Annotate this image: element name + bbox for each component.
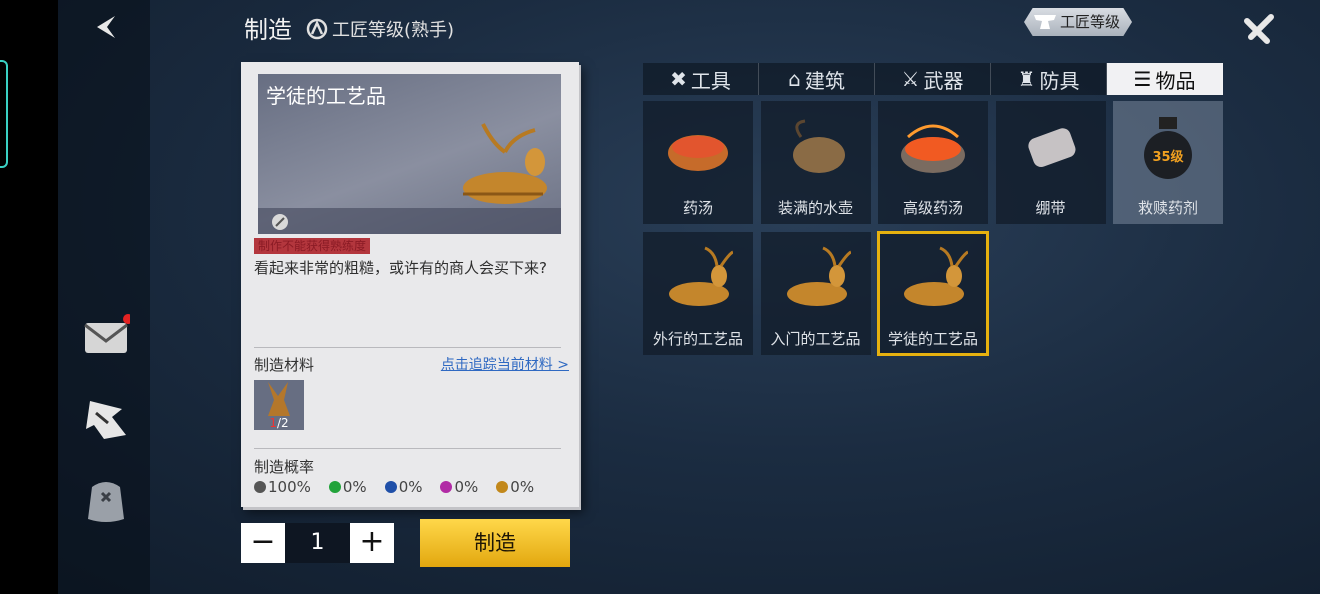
item-name: 救赎药剂 <box>1137 199 1198 217</box>
quantity-stepper: − 1 + <box>241 523 394 563</box>
crossed-tools-icon <box>1244 14 1274 44</box>
quantity-value[interactable]: 1 <box>285 523 350 563</box>
deer-figurine-icon <box>904 246 968 306</box>
item-name: 入门的工艺品 <box>770 330 861 348</box>
tab-label: 建筑 <box>804 68 845 93</box>
rate-value: 0% <box>510 478 535 496</box>
item-cell[interactable]: 学徒的工艺品 <box>877 231 989 356</box>
advanced-soup-icon <box>901 124 965 173</box>
backpack-button[interactable] <box>82 475 130 525</box>
craftsman-level-text: 工匠等级(熟手) <box>332 20 455 41</box>
tab-label: 工具 <box>690 68 731 93</box>
item-name: 学徒的工艺品 <box>266 84 386 108</box>
backpack-icon <box>88 482 124 522</box>
rate-item: 0% <box>328 478 367 496</box>
deer-figurine-icon <box>786 246 851 306</box>
item-name: 学徒的工艺品 <box>887 330 978 348</box>
building-icon: ⌂ <box>788 67 801 91</box>
rate-value: 0% <box>398 478 423 496</box>
rate-item: 0% <box>496 478 534 496</box>
deer-figurine-icon <box>463 123 547 204</box>
divider <box>254 347 561 348</box>
tab-label: 物品 <box>1155 68 1196 93</box>
rate-item: 0% <box>440 478 478 496</box>
item-cell[interactable]: 外行的工艺品 <box>643 232 753 355</box>
craft-icon <box>86 401 126 439</box>
back-arrow-icon <box>97 16 115 38</box>
tab-list[interactable]: ☰ 物品 <box>1107 63 1223 95</box>
rate-item: 0% <box>384 478 423 496</box>
item-cell[interactable]: 绷带 <box>995 101 1106 224</box>
compass-icon <box>306 18 328 40</box>
craftsman-badge-label: 工匠等级 <box>1060 13 1121 31</box>
item-cell[interactable]: 装满的水壶 <box>760 101 871 224</box>
rate-list: 100% 0% 0% 0% 0% <box>254 478 552 496</box>
item-cell[interactable]: 药汤 <box>643 101 753 224</box>
rate-dot <box>496 481 509 493</box>
item-cell[interactable]: 35级救赎药剂 <box>1113 101 1223 224</box>
proficiency-warning: 制作不能获得熟练度 <box>254 238 371 254</box>
plus-button[interactable]: + <box>350 523 394 563</box>
rate-label: 制造概率 <box>254 458 315 476</box>
side-edge-marker[interactable] <box>0 60 8 168</box>
rate-value: 0% <box>454 478 479 496</box>
armor-icon: ♜ <box>1017 67 1036 91</box>
rate-value: 0% <box>342 478 367 496</box>
tab-label: 防具 <box>1039 68 1080 93</box>
back-button[interactable] <box>92 12 122 42</box>
tab-armor[interactable]: ♜ 防具 <box>991 63 1107 95</box>
material-slot[interactable]: 1/2 <box>254 380 304 430</box>
soup-icon <box>668 135 728 171</box>
material-count: 1/2 <box>269 416 289 430</box>
item-detail-card: 学徒的工艺品 制作不能获得熟练度 看起来非常的粗糙，或许有的商人会买下来? 制造… <box>241 62 579 507</box>
page-title: 制造 <box>244 16 292 44</box>
list-icon: ☰ <box>1133 67 1152 91</box>
mail-button[interactable] <box>82 313 130 357</box>
item-name: 绷带 <box>1035 199 1066 217</box>
item-name: 药汤 <box>682 199 713 217</box>
anvil-icon <box>1034 15 1056 29</box>
item-preview: 学徒的工艺品 <box>258 74 561 234</box>
wood-log-icon <box>268 382 290 416</box>
preview-toolbar <box>258 208 561 234</box>
level-badge: 35级 <box>1152 150 1184 165</box>
minus-button[interactable]: − <box>241 523 285 563</box>
tools-icon: ✖ <box>670 67 687 91</box>
item-name: 外行的工艺品 <box>652 330 743 348</box>
left-black-bar <box>0 0 58 594</box>
item-name: 高级药汤 <box>902 199 963 217</box>
item-cell[interactable]: 高级药汤 <box>878 101 988 224</box>
item-description: 看起来非常的粗糙，或许有的商人会买下来? <box>254 259 547 277</box>
water-flask-icon <box>792 119 845 173</box>
rate-dot <box>328 481 341 493</box>
tab-weapon[interactable]: ⚔ 武器 <box>875 63 991 95</box>
mail-icon <box>84 314 130 353</box>
track-materials-link[interactable]: 点击追踪当前材料 > <box>441 354 569 374</box>
tab-tools[interactable]: ✖ 工具 <box>643 63 759 95</box>
make-button[interactable]: 制造 <box>420 519 570 567</box>
craftsman-level-badge[interactable]: 工匠等级 <box>1024 8 1133 36</box>
divider <box>254 448 561 449</box>
rate-dot <box>440 481 453 493</box>
materials-label: 制造材料 <box>254 356 315 374</box>
tab-building[interactable]: ⌂ 建筑 <box>759 63 875 95</box>
item-name: 装满的水壶 <box>777 199 853 217</box>
deer-figurine-icon <box>669 246 733 306</box>
bandage-icon <box>1027 128 1075 168</box>
item-cell[interactable]: 入门的工艺品 <box>760 232 871 355</box>
craft-button[interactable] <box>82 395 130 445</box>
close-button[interactable] <box>1242 12 1276 46</box>
craftsman-level: 工匠等级(熟手) <box>306 16 454 42</box>
tab-label: 武器 <box>923 68 964 93</box>
rate-item: 100% <box>254 478 311 496</box>
rate-dot <box>384 481 397 493</box>
pin-icon[interactable] <box>270 212 290 232</box>
weapon-icon: ⚔ <box>901 67 920 91</box>
rate-value: 100% <box>268 478 311 496</box>
rate-dot <box>254 481 266 493</box>
category-tabs: ✖ 工具 ⌂ 建筑 ⚔ 武器 ♜ 防具 ☰ 物品 <box>643 63 1223 95</box>
